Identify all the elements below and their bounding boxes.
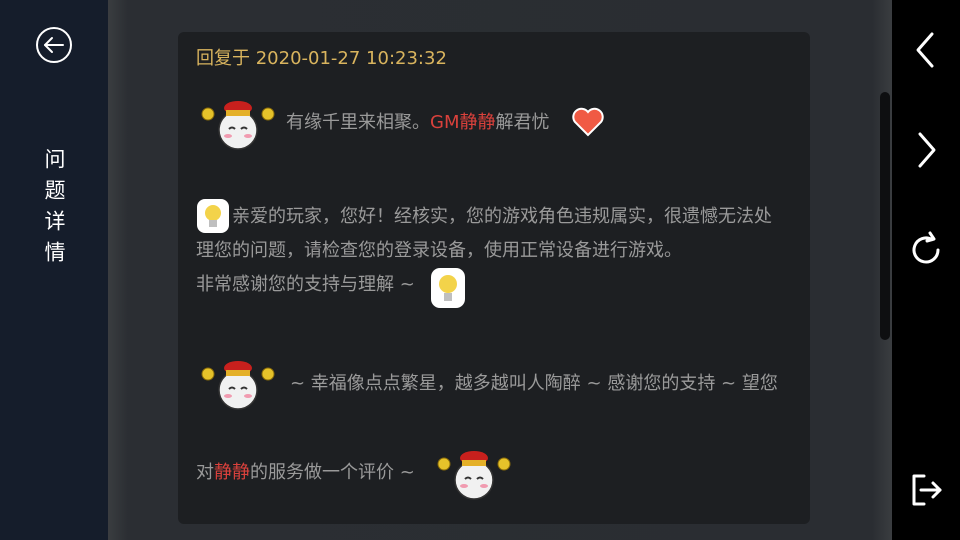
wish-line: ~ 幸福像点点繁星，越多越叫人陶醉 ~ 感谢您的支持 ~ 望您 xyxy=(290,373,778,394)
gm-name: GM静静 xyxy=(430,112,496,133)
greeting-suffix: 解君忧 xyxy=(495,112,550,133)
chevron-left-icon xyxy=(916,32,934,68)
next-button[interactable] xyxy=(906,130,946,170)
lightbulb-icon xyxy=(431,268,465,308)
page-title: 问题详情 xyxy=(42,148,66,272)
scrollbar[interactable] xyxy=(880,92,890,340)
greeting-line: 有缘千里来相聚。GM静静解君忧 xyxy=(286,108,549,134)
chevron-right-icon xyxy=(918,132,936,168)
refresh-icon xyxy=(912,231,940,264)
right-nav-bar xyxy=(892,0,960,540)
message-body: 亲爱的玩家，您好！经核实，您的游戏角色违规属实，很遗憾无法处理您的问题，请检查您… xyxy=(196,200,786,302)
fortune-god-emoji-icon xyxy=(201,101,275,150)
left-sidebar: 问题详情 xyxy=(0,0,108,540)
fortune-god-emoji-icon xyxy=(201,361,275,410)
back-arrow-circle-icon xyxy=(36,27,72,63)
fortune-god-emoji-icon xyxy=(437,451,511,500)
back-button[interactable] xyxy=(34,25,74,65)
refresh-button[interactable] xyxy=(906,230,946,270)
thanks-text: 非常感谢您的支持与理解 ~ xyxy=(196,274,415,295)
exit-button[interactable] xyxy=(906,470,946,510)
previous-button[interactable] xyxy=(906,30,946,70)
rating-name: 静静 xyxy=(214,462,250,483)
rating-suffix: 的服务做一个评价 ~ xyxy=(250,462,415,483)
rating-line: 对静静的服务做一个评价 ~ xyxy=(196,458,415,484)
reply-timestamp: 回复于 2020-01-27 10:23:32 xyxy=(196,48,447,69)
rating-prefix: 对 xyxy=(196,462,214,483)
exit-icon xyxy=(912,474,942,506)
message-text: 亲爱的玩家，您好！经核实，您的游戏角色违规属实，很遗憾无法处理您的问题，请检查您… xyxy=(196,206,772,261)
heart-icon xyxy=(572,107,604,137)
greeting-prefix: 有缘千里来相聚。 xyxy=(286,112,430,133)
